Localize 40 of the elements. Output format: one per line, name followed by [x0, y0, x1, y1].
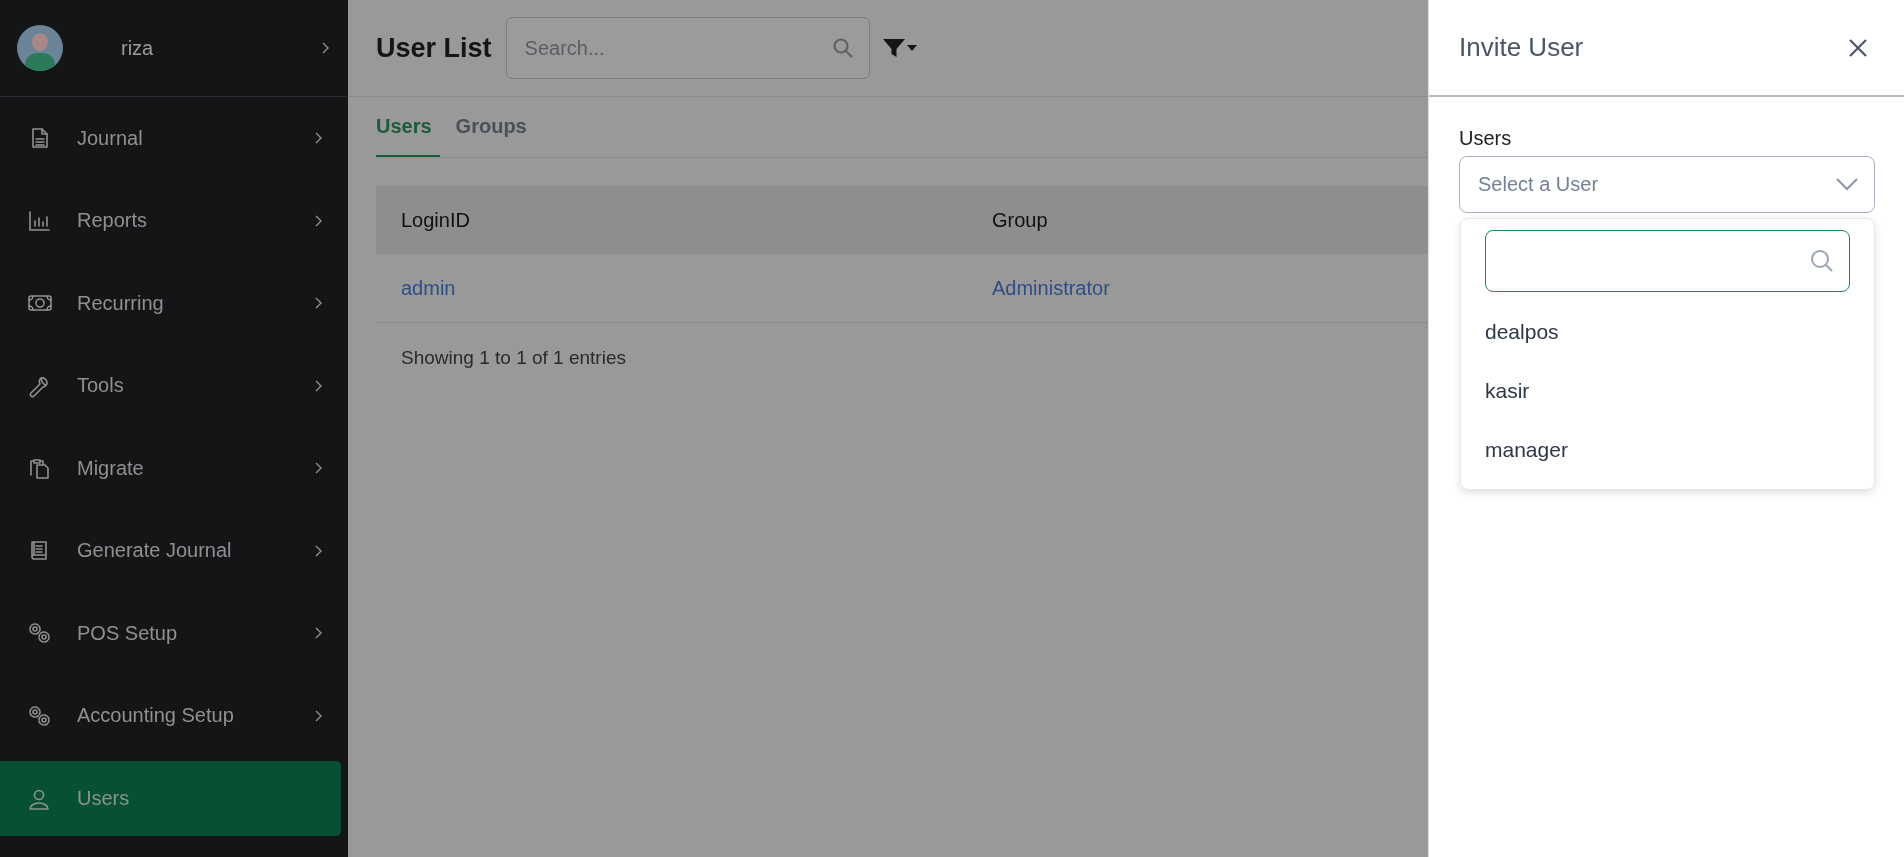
search-icon — [831, 37, 854, 59]
field-label: Users — [1459, 127, 1513, 150]
dropdown-option[interactable]: dealpos — [1485, 302, 1850, 361]
sidebar-item[interactable]: Recurring — [0, 262, 341, 345]
column-header: Group — [967, 186, 1428, 254]
user-select[interactable]: Select a User — [1459, 156, 1875, 213]
sidebar-item[interactable]: POS Setup — [0, 592, 341, 675]
chevron-right-icon — [313, 461, 323, 476]
chevron-right-icon — [313, 131, 323, 146]
dropdown-option[interactable]: manager — [1485, 420, 1850, 479]
sidebar-item[interactable]: Accounting Setup — [0, 674, 341, 757]
avatar — [17, 25, 63, 71]
column-header: LoginID — [376, 186, 967, 254]
sidebar-item[interactable]: Migrate — [0, 427, 341, 510]
dropdown-option[interactable]: kasir — [1485, 361, 1850, 420]
chevron-right-icon — [313, 378, 323, 393]
chevron-right-icon — [320, 41, 330, 55]
chevron-right-icon — [313, 213, 323, 228]
sidebar-item[interactable]: Tools — [0, 344, 341, 427]
entries-info: Showing 1 to 1 of 1 entries — [401, 347, 627, 369]
search-icon — [1810, 249, 1834, 273]
filter-dropdown-icon[interactable] — [881, 37, 918, 59]
profile-header[interactable]: riza — [0, 0, 348, 97]
page-title: User List — [376, 32, 492, 64]
sidebar-item[interactable]: Generate Journal — [0, 509, 341, 592]
drawer-title: Invite User — [1459, 32, 1584, 63]
chevron-right-icon — [313, 543, 323, 558]
user-name: riza — [121, 36, 155, 60]
tab[interactable]: Groups — [455, 97, 535, 157]
sidebar-item[interactable]: Journal — [0, 97, 341, 180]
table-link[interactable]: Administrator — [992, 276, 1110, 299]
chevron-right-icon — [313, 626, 323, 641]
sidebar-item[interactable]: Users — [0, 761, 341, 836]
search-field[interactable]: Search... — [505, 17, 870, 79]
chevron-right-icon — [313, 296, 323, 311]
close-icon[interactable] — [1848, 37, 1868, 58]
chevron-right-icon — [313, 708, 323, 723]
chevron-down-icon — [1836, 178, 1858, 191]
sidebar-item[interactable]: Reports — [0, 179, 341, 262]
dropdown-search-field[interactable] — [1485, 230, 1850, 292]
